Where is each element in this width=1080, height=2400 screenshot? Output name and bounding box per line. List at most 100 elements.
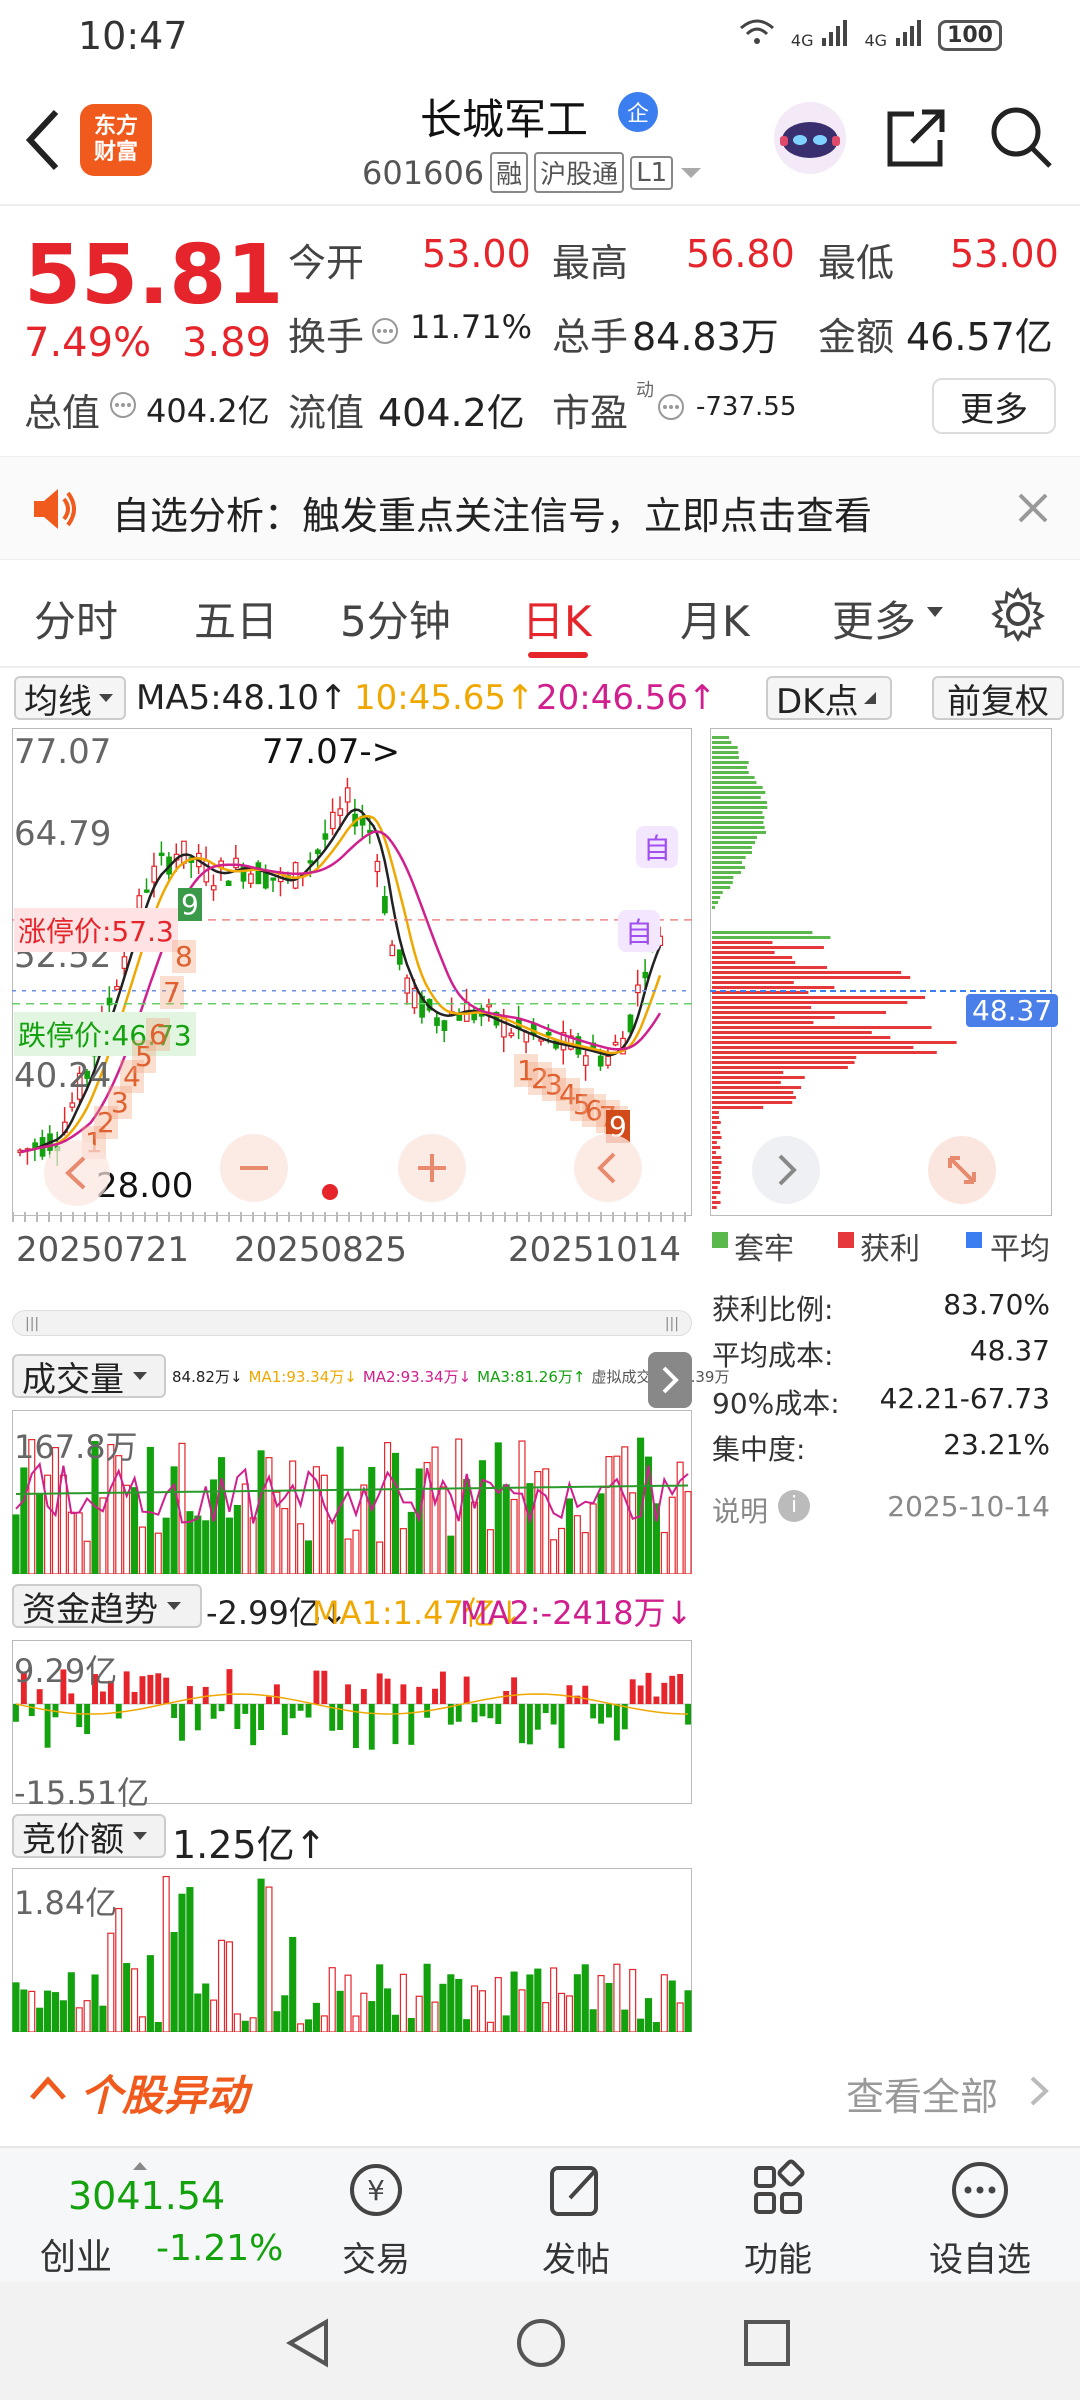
- range-scrollbar[interactable]: ||| |||: [12, 1310, 692, 1336]
- settings-gear-icon[interactable]: [990, 586, 1046, 646]
- nav-post[interactable]: 发帖: [506, 2158, 646, 2281]
- chip-bar: [712, 961, 796, 964]
- bid-amount-selector[interactable]: 竞价额: [12, 1814, 166, 1860]
- chip-bar: [712, 1176, 721, 1179]
- tab-more[interactable]: 更多: [832, 588, 916, 649]
- expand-icon[interactable]: [926, 1134, 998, 1210]
- status-icons: 4G 4G 100: [737, 16, 1002, 54]
- chip-bar: [712, 871, 742, 874]
- system-home-icon[interactable]: [514, 2316, 568, 2374]
- info-icon[interactable]: i: [778, 1490, 810, 1522]
- bid-bar: [605, 1982, 613, 2032]
- zoom-in-button[interactable]: [396, 1132, 468, 1208]
- nav-post-label: 发帖: [542, 2240, 610, 2280]
- fund-bar: [234, 1704, 241, 1730]
- nav-trade[interactable]: ¥ 交易: [306, 2158, 446, 2281]
- bid-bar: [36, 2007, 44, 2032]
- chip-bar: [712, 1046, 914, 1049]
- tab-five-minute[interactable]: 5分钟: [340, 588, 451, 649]
- info-dots-icon[interactable]: [108, 390, 138, 424]
- candle-body: [307, 860, 314, 864]
- bid-bar: [660, 1974, 668, 2032]
- bid-bar: [621, 2009, 629, 2032]
- bid-bar: [217, 1939, 226, 2032]
- self-select-mark-1[interactable]: 自: [636, 826, 678, 868]
- bid-bar: [273, 2011, 281, 2032]
- fund-trend-selector[interactable]: 资金趋势: [12, 1584, 202, 1630]
- chip-next-button[interactable]: [750, 1134, 822, 1210]
- more-quote-button[interactable]: 更多: [932, 378, 1056, 434]
- fund-bar: [550, 1704, 557, 1725]
- bid-bar: [360, 1992, 368, 2032]
- bid-bar: [478, 1990, 487, 2032]
- tab-five-day[interactable]: 五日: [194, 588, 278, 649]
- fund-bar: [186, 1686, 193, 1704]
- bid-bar: [138, 2016, 147, 2032]
- alert-banner[interactable]: 自选分析：触发重点关注信号，立即点击查看: [0, 456, 1080, 560]
- candle-body: [582, 1055, 589, 1066]
- low-value: 53.00: [950, 232, 1059, 276]
- volume-bar: [281, 1507, 289, 1574]
- back-icon[interactable]: [22, 108, 62, 176]
- scroll-left-button[interactable]: [572, 1132, 644, 1208]
- fund-bar: [653, 1696, 660, 1704]
- dk-point-selector[interactable]: DK点: [766, 676, 892, 722]
- fund-bar: [171, 1704, 178, 1718]
- bid-bar: [550, 1967, 558, 2032]
- info-dots-icon[interactable]: [656, 392, 686, 426]
- volume-bar: [439, 1486, 447, 1574]
- adjust-type-button[interactable]: 前复权: [932, 676, 1064, 722]
- concentration-label: 集中度:: [712, 1433, 806, 1466]
- volume-bar: [526, 1483, 534, 1574]
- chip-bar: [712, 976, 911, 979]
- scrollbar-left-handle[interactable]: |||: [25, 1316, 39, 1332]
- chip-bar: [712, 826, 765, 829]
- scrollbar-right-handle[interactable]: |||: [665, 1316, 679, 1332]
- candle-body: [255, 862, 262, 885]
- system-recents-icon[interactable]: [742, 2318, 792, 2372]
- chip-bar: [712, 1081, 781, 1084]
- fund-bar: [408, 1704, 415, 1745]
- stock-movement-row[interactable]: 个股异动 查看全部: [0, 2042, 1080, 2134]
- bid-bar: [494, 1977, 502, 2032]
- ma-selector[interactable]: 均线: [14, 676, 126, 722]
- chip-bar: [712, 1101, 793, 1104]
- chip-bar: [712, 761, 749, 764]
- float-cap-value: 404.2亿: [378, 391, 525, 435]
- fund-bar: [376, 1673, 383, 1704]
- view-all-link[interactable]: 查看全部: [846, 2066, 998, 2121]
- tab-monthly-k[interactable]: 月K: [680, 588, 750, 649]
- chip-bar: [712, 1166, 719, 1169]
- robot-assistant-icon[interactable]: [770, 98, 850, 182]
- fund-bar: [28, 1704, 35, 1717]
- bid-bar: [194, 1993, 202, 2032]
- chip-bar: [712, 931, 813, 934]
- tab-intraday[interactable]: 分时: [34, 588, 118, 649]
- chip-bar: [712, 1201, 721, 1204]
- close-icon[interactable]: [1016, 491, 1050, 529]
- app-logo[interactable]: 东方财富: [80, 104, 152, 176]
- index-value: 3041.54: [68, 2174, 226, 2218]
- share-icon[interactable]: [884, 106, 948, 174]
- tag-margin: 融: [490, 152, 529, 193]
- self-select-mark-2[interactable]: 自: [618, 910, 660, 952]
- index-quote[interactable]: 3041.54 创业 -1.21%: [20, 2156, 300, 2278]
- caret-down-icon: [167, 1602, 181, 1610]
- search-icon[interactable]: [988, 104, 1054, 174]
- chip-note-label[interactable]: 说明: [712, 1490, 768, 1530]
- nav-add-watchlist[interactable]: 设自选: [910, 2158, 1050, 2281]
- expand-panel-button[interactable]: [648, 1352, 692, 1408]
- system-back-icon[interactable]: [282, 2316, 336, 2374]
- chevron-down-icon[interactable]: [679, 154, 703, 192]
- info-dots-icon[interactable]: [370, 316, 400, 350]
- chip-bar: [712, 766, 748, 769]
- tab-daily-k[interactable]: 日K: [522, 588, 592, 649]
- zoom-out-button[interactable]: [218, 1132, 290, 1208]
- nav-functions[interactable]: 功能: [708, 2158, 848, 2281]
- bid-bar: [178, 1893, 186, 2032]
- chip-bar: [712, 901, 719, 904]
- volume-indicator-selector[interactable]: 成交量: [12, 1354, 166, 1400]
- fund-bar: [598, 1704, 605, 1724]
- scroll-left-fast-icon[interactable]: [42, 1138, 112, 1212]
- volume-bar: [352, 1529, 360, 1574]
